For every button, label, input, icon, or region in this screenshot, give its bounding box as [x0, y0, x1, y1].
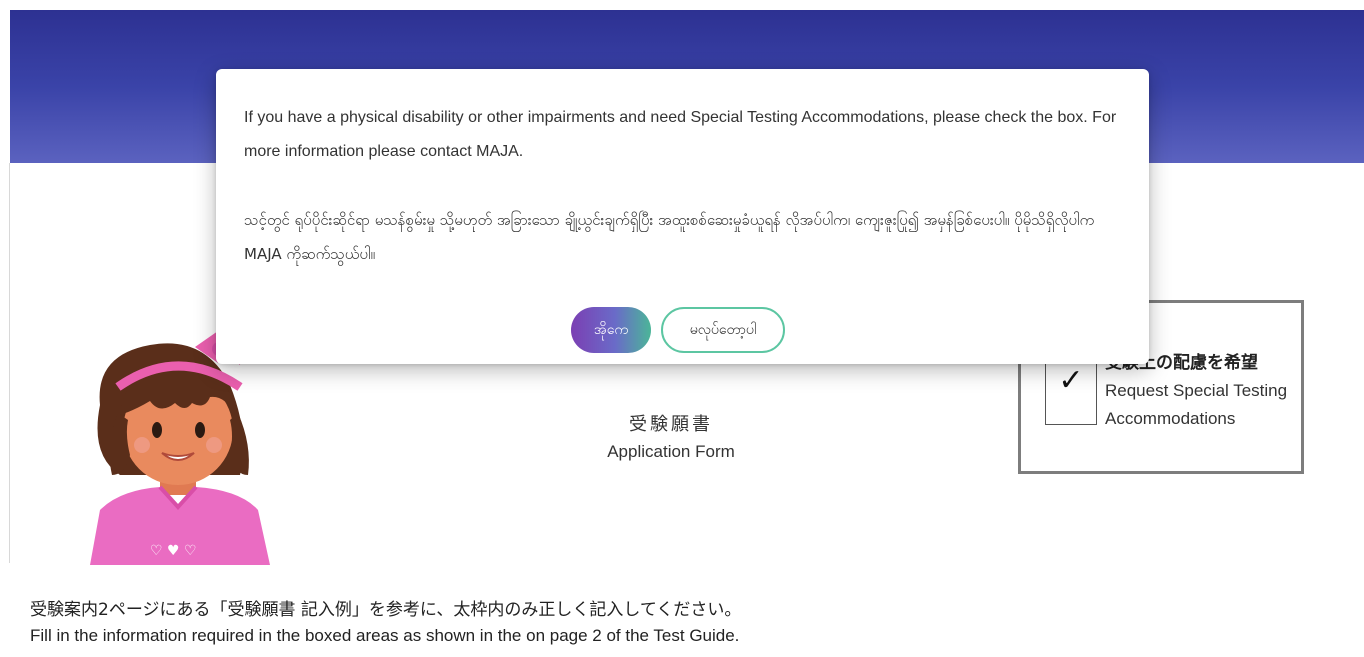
checkmark-icon: ✓ — [1058, 364, 1084, 397]
form-title: 受験願書 Application Form — [560, 410, 782, 462]
guide-instruction-jp: 受験案内2ページにある「受験願書 記入例」を参考に、太枠内のみ正しく記入してくだ… — [30, 600, 742, 620]
accommodation-label-en: Request Special Testing Accommodations — [1105, 381, 1288, 428]
page-left-border — [9, 163, 10, 563]
dialog-message: If you have a physical disability or oth… — [244, 101, 1124, 271]
form-title-jp: 受験願書 — [629, 414, 713, 435]
guide-instruction-en: Fill in the information required in the … — [30, 626, 740, 645]
form-title-en: Application Form — [607, 442, 735, 461]
dialog-message-en: If you have a physical disability or oth… — [244, 109, 1117, 160]
dialog-message-my: သင့်တွင် ရုပ်ပိုင်းဆိုင်ရာ မသန်စွမ်းမှု … — [244, 211, 1095, 263]
ok-button[interactable]: အိုကေ — [571, 307, 651, 353]
cancel-button[interactable]: မလုပ်တော့ပါ — [661, 307, 785, 353]
accommodation-dialog: If you have a physical disability or oth… — [216, 69, 1149, 364]
svg-text:♡ ♥ ♡: ♡ ♥ ♡ — [150, 543, 197, 559]
